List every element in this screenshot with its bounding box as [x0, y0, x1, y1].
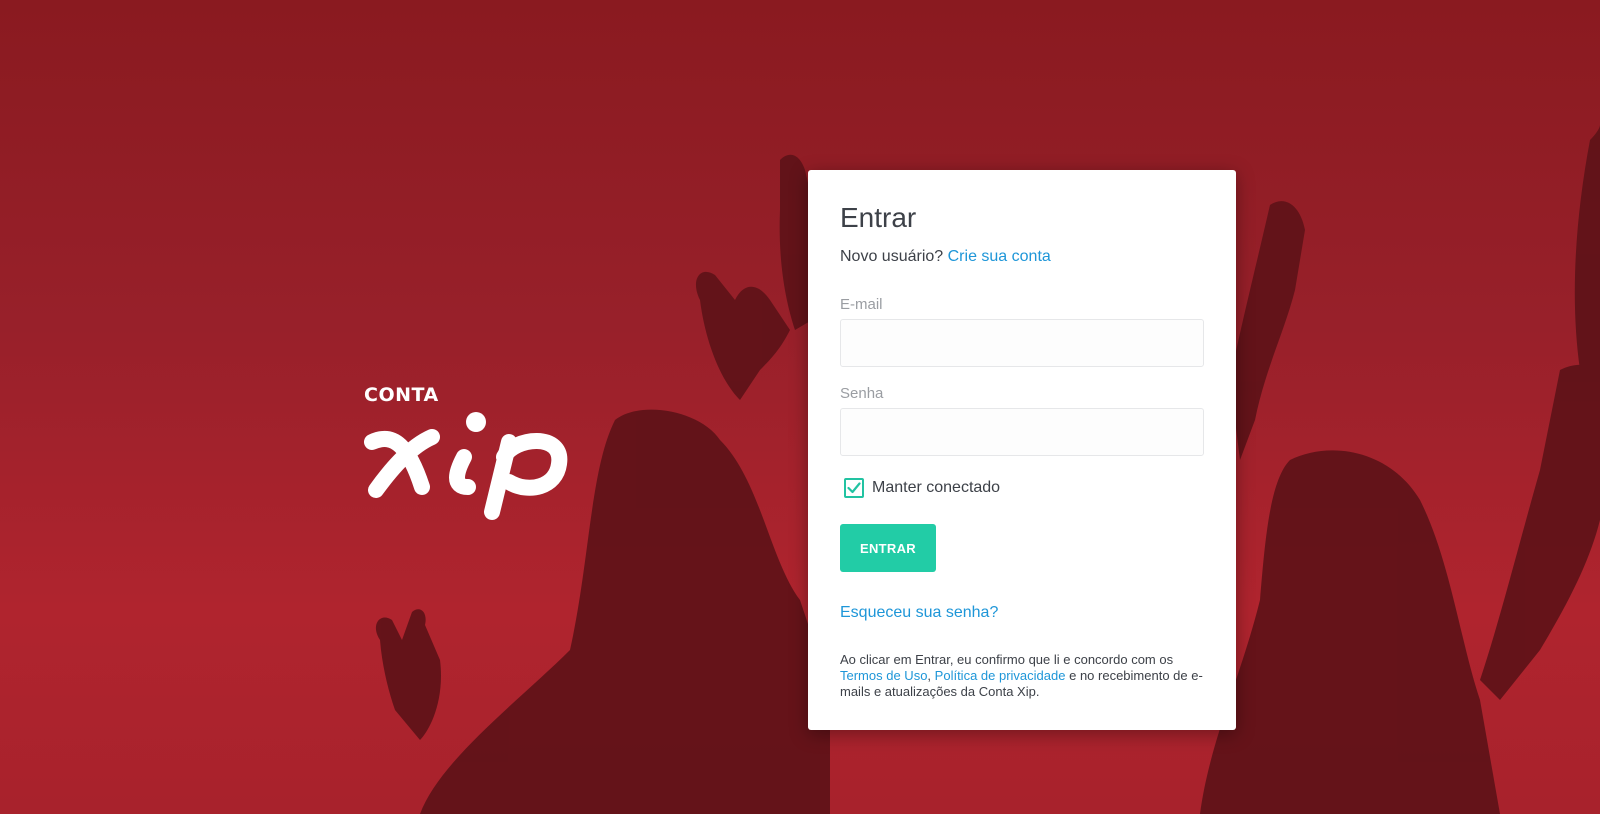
password-field[interactable] [840, 408, 1204, 456]
create-account-link[interactable]: Crie sua conta [948, 248, 1051, 265]
remember-row: Manter conectado [840, 478, 1204, 498]
forgot-password-link[interactable]: Esqueceu sua senha? [840, 604, 998, 622]
legal-notice: Ao clicar em Entrar, eu confirmo que li … [840, 652, 1204, 700]
page-title: Entrar [840, 202, 917, 233]
password-label: Senha [840, 385, 884, 402]
submit-button[interactable]: ENTRAR [840, 524, 936, 572]
remember-label: Manter conectado [872, 479, 1001, 496]
email-label: E-mail [840, 296, 883, 313]
legal-separator: , [927, 668, 932, 683]
xip-logo [364, 412, 568, 520]
background-crowd-image [375, 125, 1600, 814]
email-field-group: E-mail [840, 296, 1204, 367]
new-user-line: Novo usuário? Crie sua conta [840, 248, 1204, 266]
login-card: Entrar Novo usuário? Crie sua conta E-ma… [808, 170, 1236, 730]
new-user-prompt: Novo usuário? [840, 248, 944, 265]
terms-link[interactable]: Termos de Uso [840, 668, 927, 683]
check-icon [847, 482, 861, 494]
email-field[interactable] [840, 319, 1204, 367]
password-field-group: Senha [840, 385, 1204, 456]
remember-checkbox[interactable] [844, 478, 864, 498]
privacy-link[interactable]: Política de privacidade [935, 668, 1066, 683]
legal-prefix: Ao clicar em Entrar, eu confirmo que li … [840, 652, 1174, 667]
brand-logo-block: CONTA [364, 384, 584, 524]
